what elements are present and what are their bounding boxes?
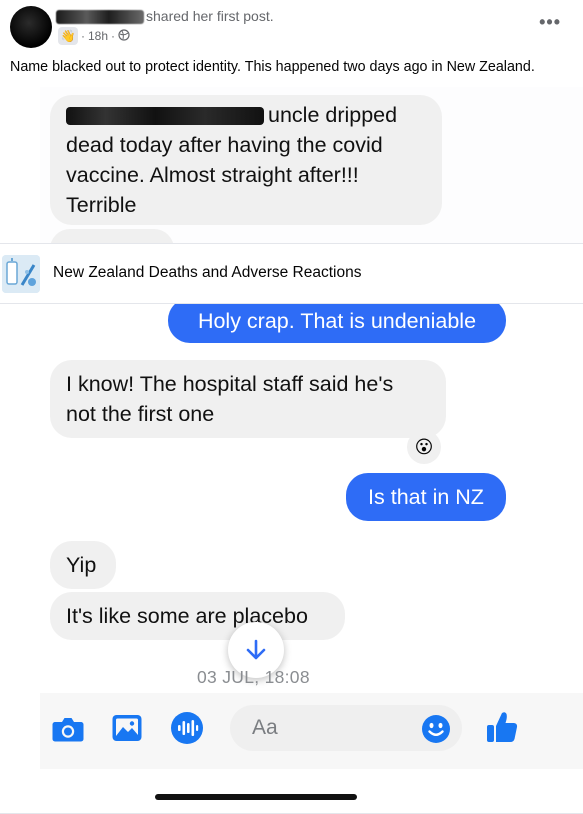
- post-caption: Name blacked out to protect identity. Th…: [10, 59, 535, 75]
- arrow-down-icon: [246, 639, 266, 660]
- meta-separator: ·: [81, 29, 85, 43]
- message-bubble-incoming: I know! The hospital staff said he's not…: [50, 360, 446, 438]
- globe-icon: [118, 28, 130, 44]
- home-indicator: [155, 794, 357, 800]
- screenshot-top: uncle dripped dead today after having th…: [40, 87, 583, 243]
- voice-icon[interactable]: [170, 711, 204, 745]
- post-time[interactable]: 18h: [88, 29, 108, 43]
- wave-badge-icon: 👋: [58, 27, 78, 45]
- message-bubble-incoming: Yip: [50, 541, 116, 589]
- message-input[interactable]: Aa: [230, 705, 462, 751]
- group-thumbnail[interactable]: [2, 255, 40, 293]
- message-line: Terrible: [66, 193, 137, 217]
- group-banner[interactable]: New Zealand Deaths and Adverse Reactions: [0, 243, 583, 304]
- message-bubble-outgoing: Is that in NZ: [346, 473, 506, 521]
- group-name[interactable]: New Zealand Deaths and Adverse Reactions: [53, 264, 361, 282]
- message-bubble-outgoing: Holy crap. That is undeniable: [168, 304, 506, 343]
- composer-toolbar: Aa: [40, 693, 583, 769]
- more-options-button[interactable]: •••: [539, 12, 561, 33]
- author-line: shared her first post.: [56, 8, 274, 25]
- message-bubble-partial: [50, 229, 174, 243]
- message-line: not the first one: [66, 402, 215, 426]
- message-bubble-incoming: uncle dripped dead today after having th…: [50, 95, 442, 225]
- message-composer: Aa: [40, 693, 583, 814]
- post-meta: 👋 · 18h ·: [58, 27, 130, 45]
- post-action-text: shared her first post.: [146, 8, 274, 24]
- message-line: vaccine. Almost straight after!!!: [66, 163, 359, 187]
- author-avatar[interactable]: [10, 6, 52, 48]
- message-timestamp: 03 JUL, 18:08: [197, 667, 310, 687]
- reaction-emoji[interactable]: 😮: [407, 430, 441, 464]
- message-bubble-incoming: It's like some are placebo: [50, 592, 345, 640]
- message-line: uncle dripped: [66, 100, 426, 130]
- screenshot-bottom: Holy crap. That is undeniable I know! Th…: [40, 304, 583, 814]
- message-line: I know! The hospital staff said he's: [66, 372, 394, 396]
- gallery-icon[interactable]: [110, 712, 144, 744]
- emoji-icon[interactable]: [420, 713, 452, 745]
- message-line: dead today after having the covid: [66, 133, 383, 157]
- redacted-name: [66, 107, 264, 126]
- thumbs-up-icon[interactable]: [484, 708, 520, 746]
- author-name-redacted[interactable]: [56, 10, 144, 25]
- post-header: shared her first post. 👋 · 18h · •••: [0, 0, 583, 52]
- message-input-placeholder: Aa: [252, 716, 278, 739]
- meta-separator: ·: [111, 29, 116, 43]
- camera-icon[interactable]: [50, 713, 86, 745]
